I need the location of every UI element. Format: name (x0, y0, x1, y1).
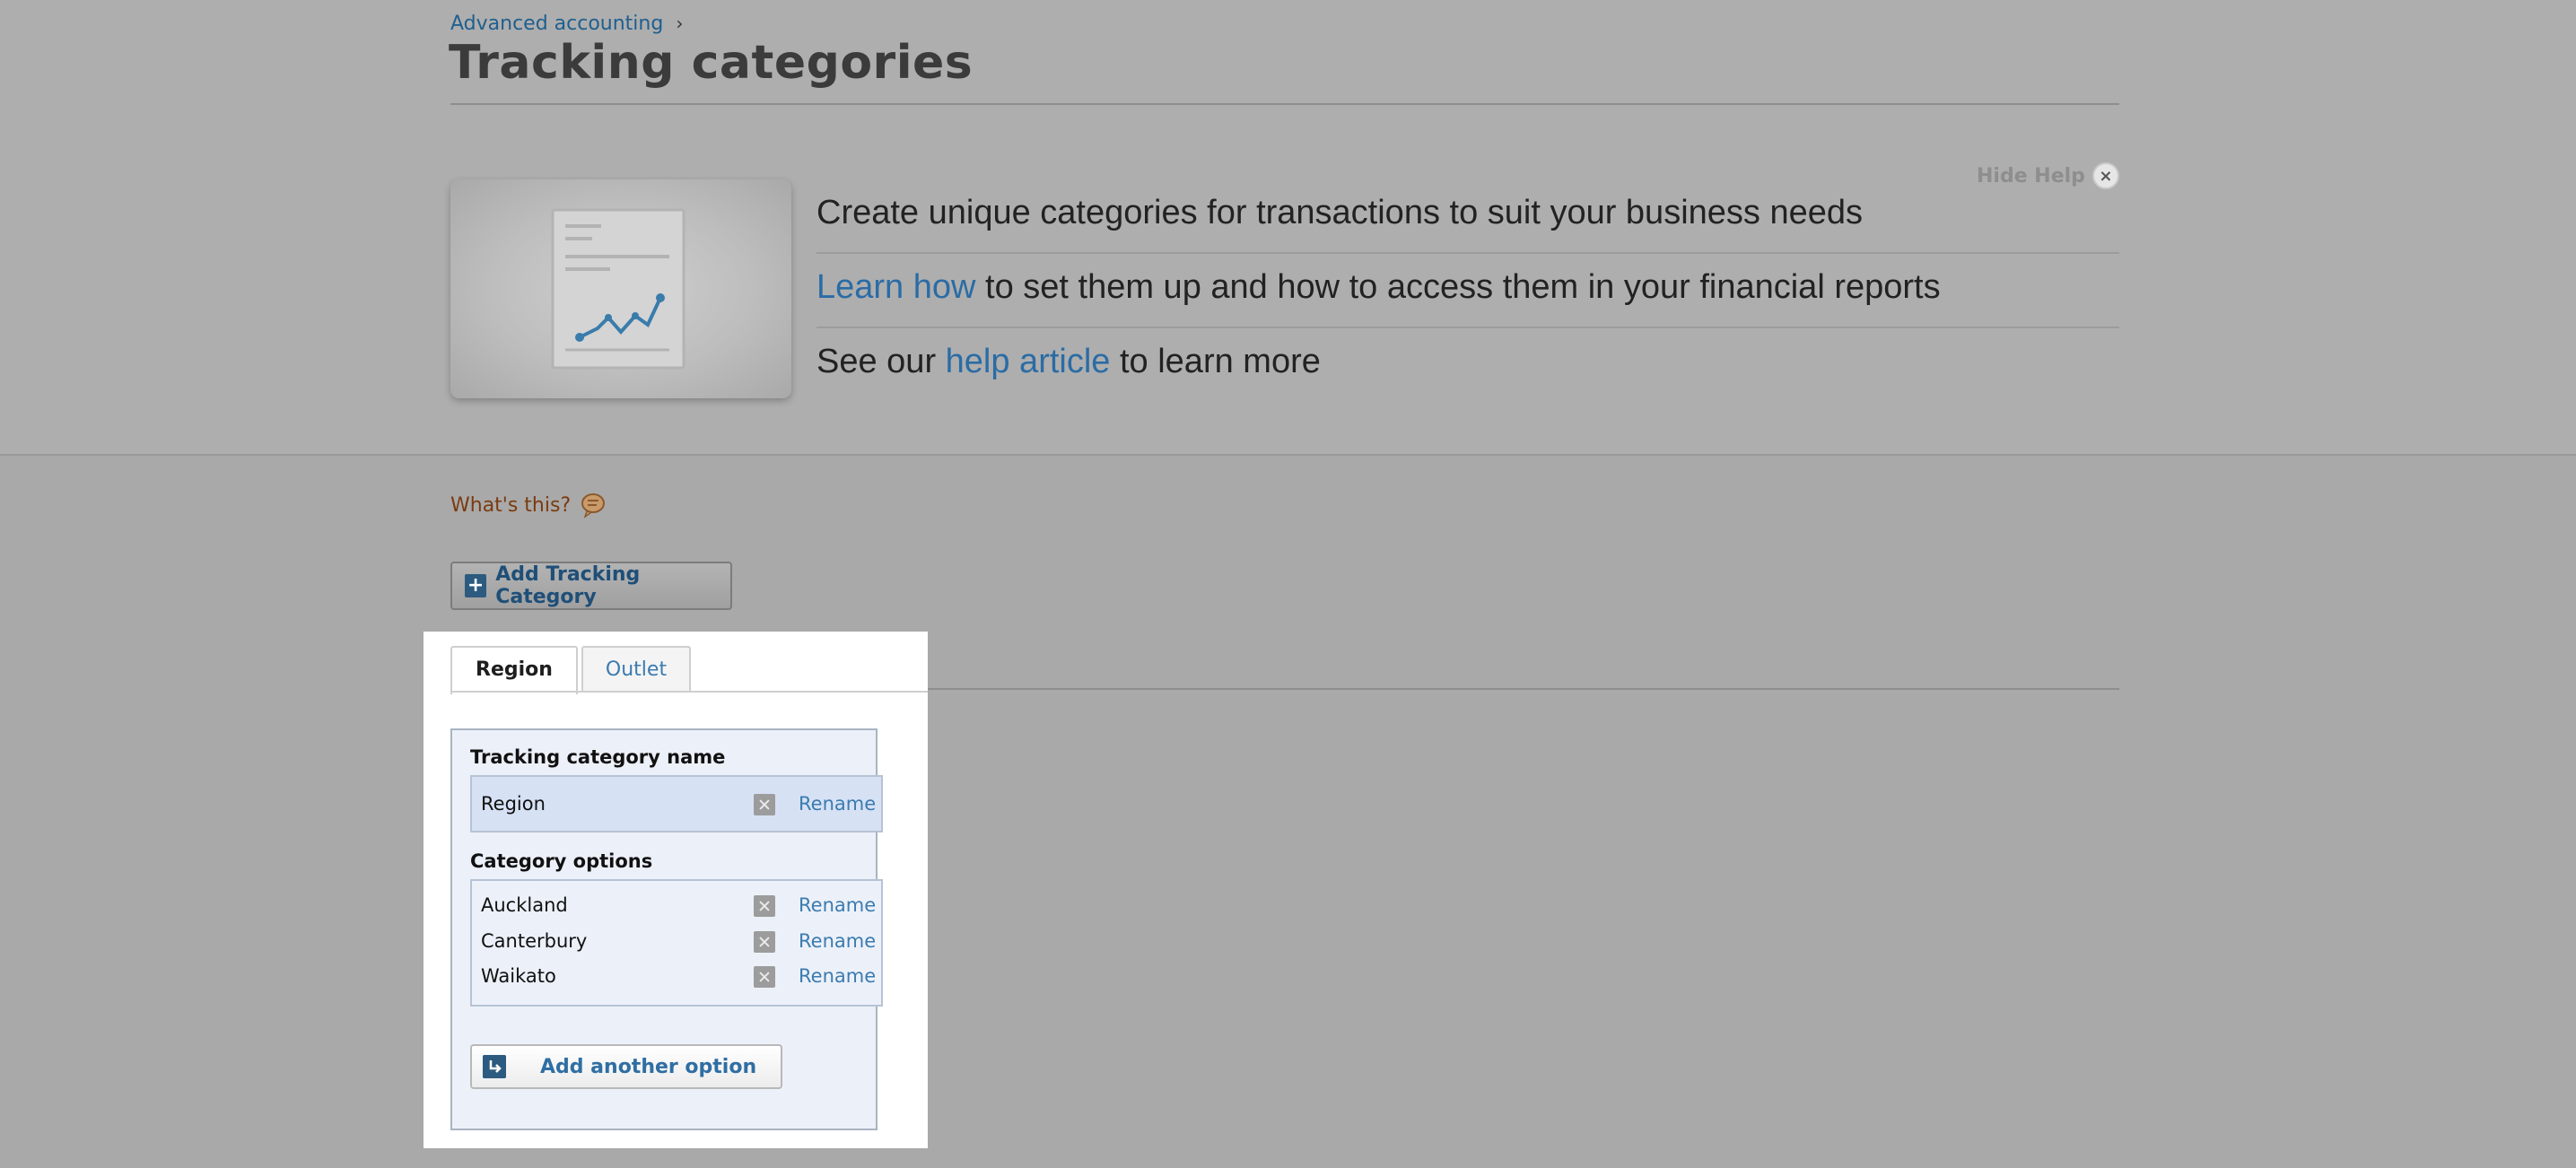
breadcrumb: Advanced accounting › (450, 13, 683, 35)
help-line-3-suffix: to learn more (1110, 343, 1321, 380)
help-line-1-text: Create unique categories for transaction… (816, 194, 1863, 231)
help-article-link[interactable]: help article (946, 343, 1111, 380)
tracking-category-panel: Region Outlet Tracking category name Reg… (424, 632, 928, 1148)
enter-arrow-icon (483, 1055, 506, 1078)
content-area (0, 456, 2576, 1168)
category-form: Tracking category name Region Rename Cat… (450, 728, 883, 1130)
tab-underline (450, 691, 928, 693)
report-chart-icon (551, 208, 685, 370)
plus-icon: + (465, 574, 487, 597)
breadcrumb-separator: › (676, 13, 684, 34)
add-another-option-label: Add another option (540, 1056, 757, 1078)
breadcrumb-link-advanced-accounting[interactable]: Advanced accounting (450, 13, 663, 35)
category-name-row: Region Rename (470, 775, 883, 832)
learn-how-link[interactable]: Learn how (816, 268, 975, 306)
delete-icon[interactable] (754, 931, 775, 953)
option-name: Canterbury (481, 930, 588, 952)
help-text: Create unique categories for transaction… (816, 179, 2119, 403)
help-illustration (450, 179, 791, 398)
list-item: Auckland Rename (472, 888, 881, 922)
category-name-value: Region (481, 793, 546, 815)
list-item: Canterbury Rename (472, 924, 881, 958)
category-options-label: Category options (470, 850, 653, 872)
rename-link[interactable]: Rename (799, 888, 876, 922)
title-divider (450, 103, 2119, 105)
category-name-item: Region Rename (472, 787, 881, 821)
tab-outlet[interactable]: Outlet (581, 646, 691, 693)
tab-region[interactable]: Region (450, 646, 578, 694)
speech-bubble-icon (581, 493, 606, 519)
help-line-2: Learn how to set them up and how to acce… (816, 254, 2119, 328)
delete-icon[interactable] (754, 794, 775, 815)
list-item: Waikato Rename (472, 959, 881, 993)
page-title: Tracking categories (449, 36, 974, 90)
add-another-option-button[interactable]: Add another option (470, 1044, 782, 1089)
help-line-2-text: to set them up and how to access them in… (975, 268, 1941, 306)
option-name: Auckland (481, 894, 568, 916)
add-tracking-category-button[interactable]: + Add Tracking Category (450, 562, 732, 610)
rename-link[interactable]: Rename (799, 924, 876, 958)
whats-this-label: What's this? (450, 493, 572, 517)
rename-link[interactable]: Rename (799, 959, 876, 993)
tracking-category-name-label: Tracking category name (470, 746, 726, 768)
delete-icon[interactable] (754, 895, 775, 917)
rename-link[interactable]: Rename (799, 787, 876, 821)
whats-this-link[interactable]: What's this? (450, 492, 607, 519)
help-line-1: Create unique categories for transaction… (816, 179, 2119, 254)
add-tracking-category-label: Add Tracking Category (495, 563, 641, 608)
delete-icon[interactable] (754, 966, 775, 988)
help-line-3: See our help article to learn more (816, 328, 2119, 403)
help-line-3-prefix: See our (816, 343, 946, 380)
option-name: Waikato (481, 965, 556, 987)
category-options-list: Auckland Rename Canterbury Rename Waikat… (470, 879, 883, 1007)
